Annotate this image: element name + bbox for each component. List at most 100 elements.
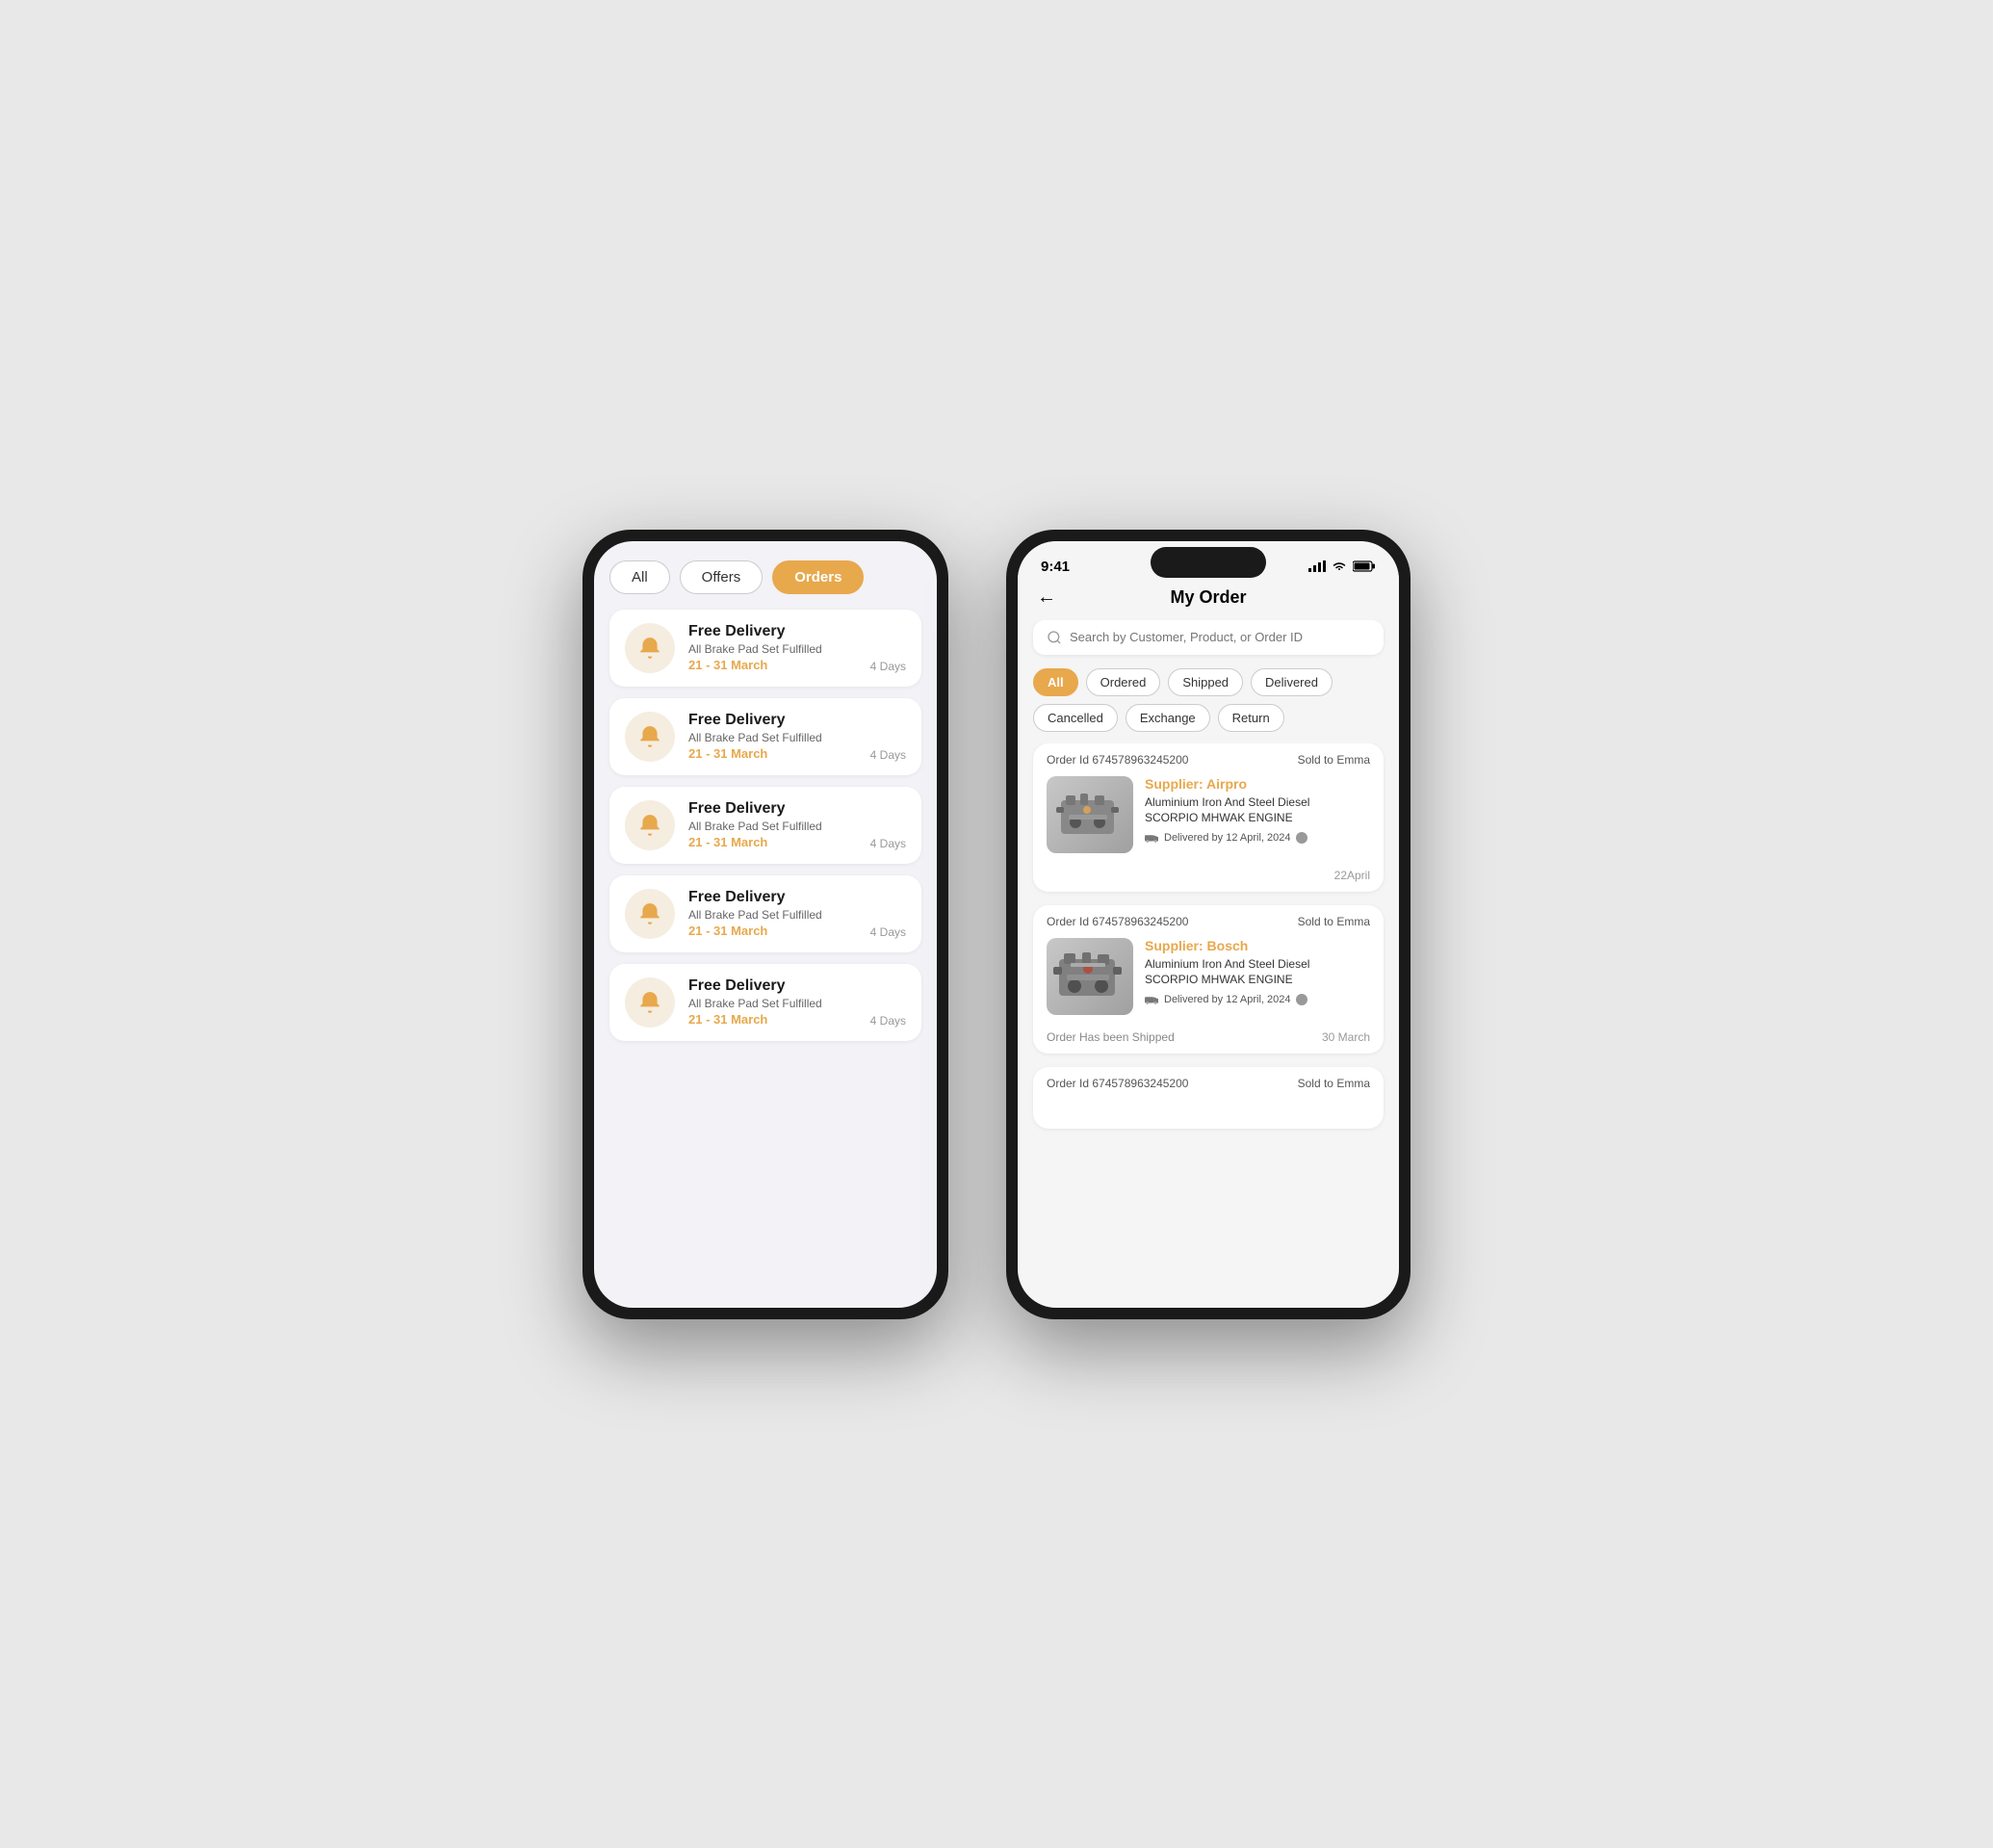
bell-icon-wrap-3 <box>625 800 675 850</box>
search-bar[interactable] <box>1033 620 1384 655</box>
notification-card-4[interactable]: Free Delivery All Brake Pad Set Fulfille… <box>609 875 921 952</box>
bell-icon-wrap-4 <box>625 889 675 939</box>
notif-body-3: Free Delivery All Brake Pad Set Fulfille… <box>688 800 857 849</box>
signal-icon <box>1308 560 1326 572</box>
search-input[interactable] <box>1070 630 1370 644</box>
battery-icon <box>1353 560 1376 572</box>
notif-title-1: Free Delivery <box>688 623 857 640</box>
phone-notch <box>1151 547 1266 578</box>
notif-sub-3: All Brake Pad Set Fulfilled <box>688 820 857 833</box>
notif-body-1: Free Delivery All Brake Pad Set Fulfille… <box>688 623 857 672</box>
engine-icon-2 <box>1051 943 1128 1010</box>
bell-icon <box>637 636 662 661</box>
filter-ordered[interactable]: Ordered <box>1086 668 1161 696</box>
page-header: ← My Order <box>1018 579 1399 620</box>
sold-to-2: Sold to Emma <box>1298 915 1370 928</box>
order-card-body-1: Supplier: Airpro Aluminium Iron And Stee… <box>1033 776 1384 865</box>
notif-title-4: Free Delivery <box>688 889 857 906</box>
order-card-2[interactable]: Order Id 674578963245200 Sold to Emma <box>1033 905 1384 1054</box>
notif-title-2: Free Delivery <box>688 712 857 729</box>
notif-date-2: 21 - 31 March <box>688 746 857 761</box>
wifi-icon <box>1332 560 1347 572</box>
truck-icon-2 <box>1145 994 1158 1005</box>
supplier-name-2: Supplier: Bosch <box>1145 938 1370 953</box>
notif-sub-5: All Brake Pad Set Fulfilled <box>688 997 857 1010</box>
order-id-3: Order Id 674578963245200 <box>1047 1077 1188 1090</box>
order-info-2: Supplier: Bosch Aluminium Iron And Steel… <box>1145 938 1370 1006</box>
sold-to-3: Sold to Emma <box>1298 1077 1370 1090</box>
filter-shipped[interactable]: Shipped <box>1168 668 1243 696</box>
orders-list: Order Id 674578963245200 Sold to Emma <box>1018 743 1399 1308</box>
notif-date-4: 21 - 31 March <box>688 924 857 938</box>
truck-icon-1 <box>1145 832 1158 844</box>
notif-title-5: Free Delivery <box>688 977 857 995</box>
notif-body-4: Free Delivery All Brake Pad Set Fulfille… <box>688 889 857 938</box>
notif-body-2: Free Delivery All Brake Pad Set Fulfille… <box>688 712 857 761</box>
product-line2-1: SCORPIO MHWAK ENGINE <box>1145 810 1370 826</box>
notification-card-3[interactable]: Free Delivery All Brake Pad Set Fulfille… <box>609 787 921 864</box>
status-dot-2 <box>1296 994 1307 1005</box>
bell-icon-5 <box>637 990 662 1015</box>
status-icons <box>1308 560 1376 572</box>
order-card-1[interactable]: Order Id 674578963245200 Sold to Emma <box>1033 743 1384 892</box>
notif-body-5: Free Delivery All Brake Pad Set Fulfille… <box>688 977 857 1027</box>
product-line2-2: SCORPIO MHWAK ENGINE <box>1145 972 1370 988</box>
tab-offers[interactable]: Offers <box>680 560 764 594</box>
notifications-screen: All Offers Orders Free Delivery All Brak… <box>594 541 937 1308</box>
notif-days-1: 4 Days <box>870 660 906 673</box>
delivery-info-2: Delivered by 12 April, 2024 <box>1145 994 1370 1005</box>
filter-exchange[interactable]: Exchange <box>1126 704 1210 732</box>
delivery-text-1: Delivered by 12 April, 2024 <box>1164 832 1290 844</box>
notif-date-1: 21 - 31 March <box>688 658 857 672</box>
notif-days-4: 4 Days <box>870 925 906 939</box>
engine-icon-1 <box>1051 781 1128 848</box>
order-card-header-1: Order Id 674578963245200 Sold to Emma <box>1033 743 1384 776</box>
bell-icon-wrap-2 <box>625 712 675 762</box>
notifications-list: Free Delivery All Brake Pad Set Fulfille… <box>609 610 921 1041</box>
order-info-1: Supplier: Airpro Aluminium Iron And Stee… <box>1145 776 1370 845</box>
bell-icon-3 <box>637 813 662 838</box>
shipped-status-2: Order Has been Shipped <box>1047 1030 1175 1044</box>
order-id-1: Order Id 674578963245200 <box>1047 753 1188 767</box>
filter-all[interactable]: All <box>1033 668 1078 696</box>
delivery-info-1: Delivered by 12 April, 2024 <box>1145 832 1370 844</box>
notif-sub-4: All Brake Pad Set Fulfilled <box>688 908 857 922</box>
notification-card-5[interactable]: Free Delivery All Brake Pad Set Fulfille… <box>609 964 921 1041</box>
back-button[interactable]: ← <box>1037 586 1056 609</box>
order-card-header-3: Order Id 674578963245200 Sold to Emma <box>1033 1067 1384 1100</box>
sold-to-1: Sold to Emma <box>1298 753 1370 767</box>
card-footer-2: Order Has been Shipped 30 March <box>1033 1027 1384 1054</box>
filter-cancelled[interactable]: Cancelled <box>1033 704 1118 732</box>
delivery-text-2: Delivered by 12 April, 2024 <box>1164 994 1290 1005</box>
filter-delivered[interactable]: Delivered <box>1251 668 1333 696</box>
date-label-2: 30 March <box>1322 1030 1370 1044</box>
product-image-1 <box>1047 776 1133 853</box>
order-card-3[interactable]: Order Id 674578963245200 Sold to Emma <box>1033 1067 1384 1129</box>
my-order-screen: 9:41 <box>1018 541 1399 1308</box>
tab-bar: All Offers Orders <box>609 560 921 594</box>
notif-sub-2: All Brake Pad Set Fulfilled <box>688 731 857 744</box>
page-title: My Order <box>1170 587 1246 608</box>
notif-date-5: 21 - 31 March <box>688 1012 857 1027</box>
product-line1-2: Aluminium Iron And Steel Diesel <box>1145 956 1370 973</box>
tab-orders[interactable]: Orders <box>772 560 864 594</box>
filter-row: All Ordered Shipped Delivered Cancelled … <box>1018 668 1399 732</box>
supplier-name-1: Supplier: Airpro <box>1145 776 1370 792</box>
notification-card-1[interactable]: Free Delivery All Brake Pad Set Fulfille… <box>609 610 921 687</box>
order-card-header-2: Order Id 674578963245200 Sold to Emma <box>1033 905 1384 938</box>
search-icon <box>1047 630 1062 645</box>
status-time: 9:41 <box>1041 559 1070 575</box>
notification-card-2[interactable]: Free Delivery All Brake Pad Set Fulfille… <box>609 698 921 775</box>
product-image-2 <box>1047 938 1133 1015</box>
notif-days-5: 4 Days <box>870 1014 906 1028</box>
tab-all[interactable]: All <box>609 560 670 594</box>
bell-icon-2 <box>637 724 662 749</box>
phone-notifications: All Offers Orders Free Delivery All Brak… <box>582 530 948 1319</box>
notif-date-3: 21 - 31 March <box>688 835 857 849</box>
card-footer-1: 22April <box>1033 865 1384 892</box>
order-card-body-2: Supplier: Bosch Aluminium Iron And Steel… <box>1033 938 1384 1027</box>
bell-icon-wrap-5 <box>625 977 675 1028</box>
phone-my-order: 9:41 <box>1006 530 1411 1319</box>
notif-days-3: 4 Days <box>870 837 906 850</box>
filter-return[interactable]: Return <box>1218 704 1284 732</box>
